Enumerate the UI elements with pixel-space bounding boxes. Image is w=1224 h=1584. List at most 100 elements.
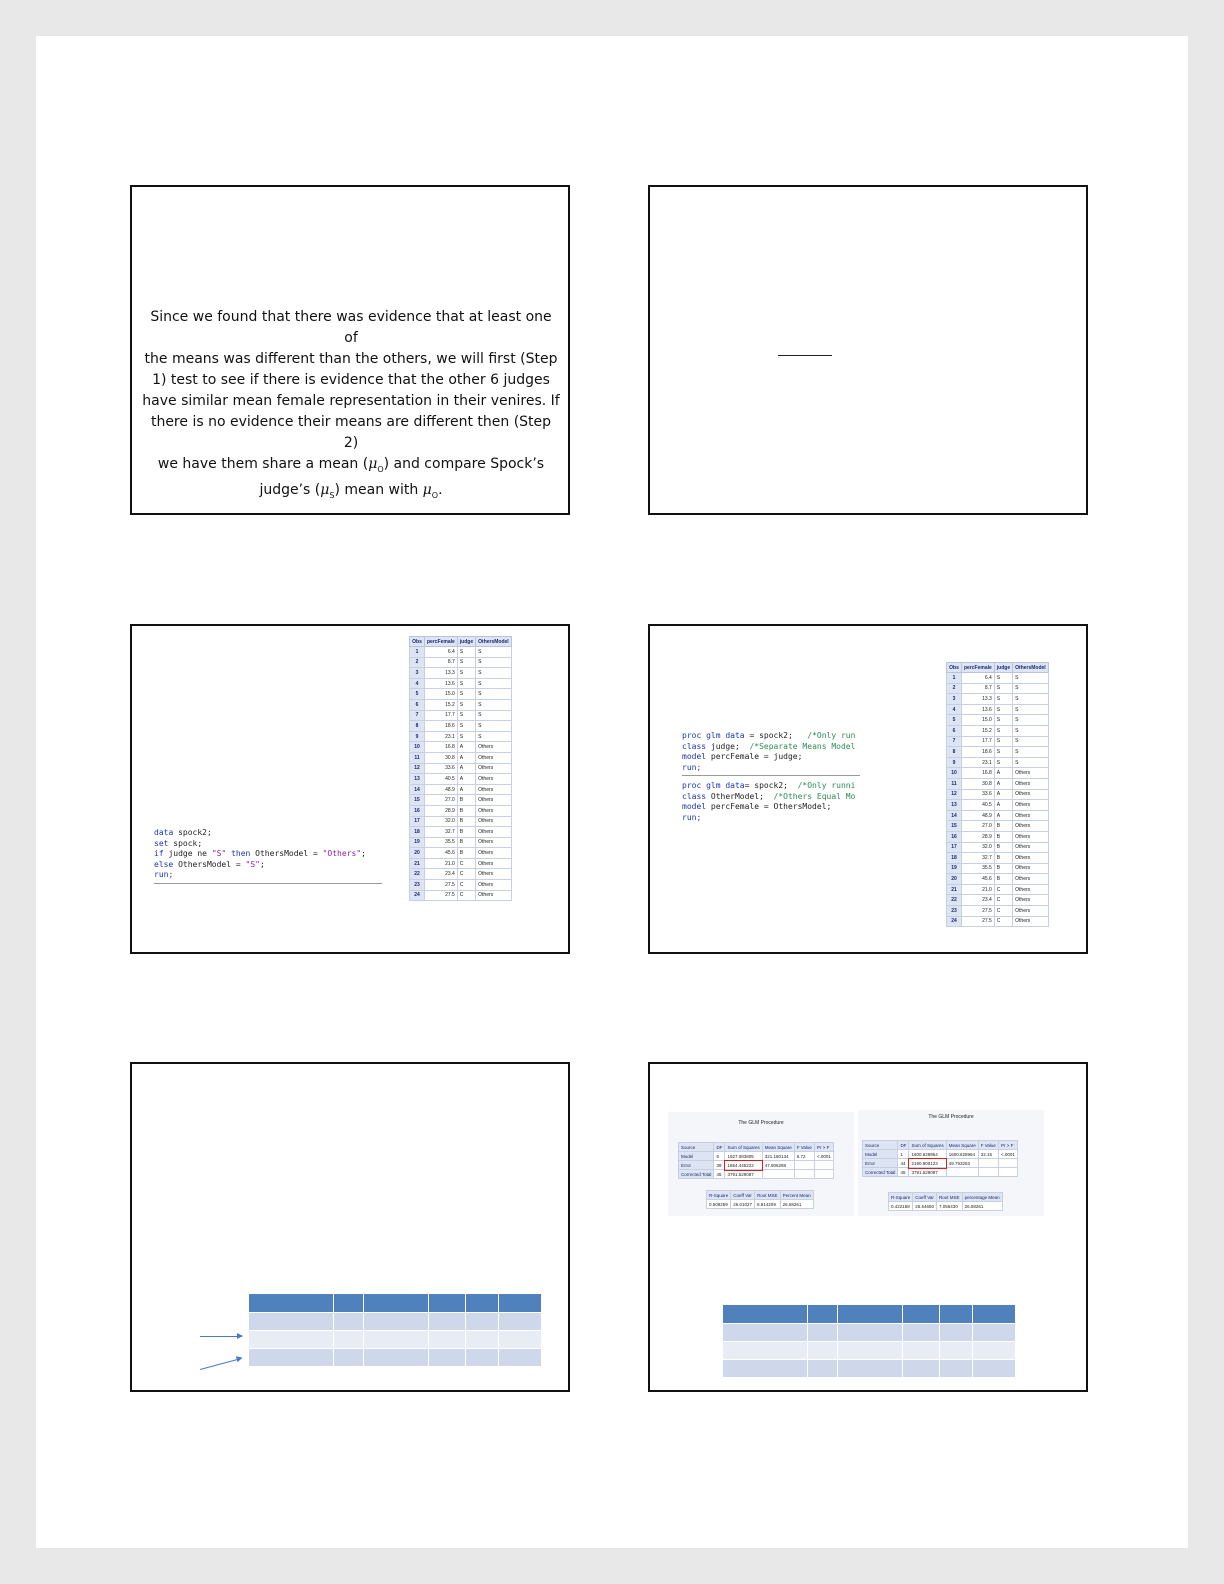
col-othersmodel: OthersModel bbox=[1012, 662, 1049, 673]
othersmodel-cell: Others bbox=[1012, 883, 1049, 896]
table-row: 24 27.5 C Others bbox=[946, 915, 1049, 928]
othersmodel-cell: Others bbox=[475, 751, 512, 764]
obs-cell: 23 bbox=[409, 879, 425, 891]
obs-cell: 13 bbox=[946, 799, 962, 811]
judge-cell: S bbox=[993, 756, 1014, 769]
kw-proc: proc glm bbox=[682, 781, 721, 790]
othersmodel-cell: S bbox=[475, 656, 512, 669]
percfemale-cell: 48.9 bbox=[961, 809, 995, 822]
othersmodel-cell: S bbox=[475, 688, 512, 700]
obs-header-row: Obs percFemale judge OthersModel bbox=[409, 636, 512, 647]
othersmodel-cell: S bbox=[1012, 756, 1049, 769]
percfemale-cell: 40.5 bbox=[424, 773, 458, 785]
col-obs: Obs bbox=[409, 636, 425, 647]
percfemale-cell: 32.0 bbox=[961, 841, 995, 854]
code-line-4: else OthersModel = "S"; bbox=[154, 860, 265, 869]
obs-cell: 4 bbox=[946, 703, 962, 716]
fit-header: R-Square Coeff Var Root MSE percentage Mean bbox=[887, 1192, 1003, 1202]
percfemale-cell: 33.6 bbox=[961, 788, 995, 801]
othersmodel-cell: Others bbox=[475, 762, 512, 775]
h: Mean Square bbox=[945, 1140, 979, 1150]
c bbox=[977, 1167, 999, 1177]
othersmodel-cell: Others bbox=[1012, 905, 1049, 917]
table-row: 22 23.4 C Others bbox=[946, 894, 1049, 907]
table-row: 2 8.7 S S bbox=[409, 656, 512, 669]
intro-line-6a: we have them share a mean ( bbox=[157, 456, 369, 472]
c: 7.056430 bbox=[936, 1201, 963, 1211]
table-row: 15 27.0 B Others bbox=[946, 820, 1049, 832]
obs-cell: 16 bbox=[946, 830, 962, 843]
judge-cell: C bbox=[993, 894, 1014, 907]
obs-cell: 9 bbox=[409, 730, 425, 743]
code-line-1: data spock2; bbox=[154, 828, 212, 837]
judge-cell: B bbox=[456, 804, 477, 817]
judge-cell: S bbox=[456, 656, 477, 669]
judge-cell: S bbox=[993, 682, 1014, 695]
table-row: 16 28.9 B Others bbox=[946, 830, 1049, 843]
percfemale-cell: 32.0 bbox=[424, 815, 458, 828]
percfemale-cell: 23.4 bbox=[961, 894, 995, 907]
percfemale-cell: 15.0 bbox=[424, 688, 458, 700]
kw-if: if bbox=[154, 849, 164, 858]
sas-glm-code-others: proc glm data= spock2; /*Only runni clas… bbox=[682, 781, 860, 823]
c: 39 bbox=[713, 1160, 726, 1170]
fit-table: R-Square Coeff Var Root MSE percentage Mean… bbox=[887, 1192, 1003, 1211]
txt: judge; bbox=[706, 741, 750, 751]
percfemale-cell: 17.7 bbox=[961, 735, 995, 748]
table-row: 22 23.4 C Others bbox=[409, 868, 512, 881]
othersmodel-cell: S bbox=[1012, 703, 1049, 716]
anova-row-error: Error 44 2190.900123 49.793253 bbox=[861, 1157, 1018, 1169]
c: 49.793253 bbox=[945, 1158, 979, 1168]
othersmodel-cell: Others bbox=[1012, 799, 1049, 811]
othersmodel-cell: Others bbox=[1012, 820, 1049, 832]
col-judge: judge bbox=[993, 662, 1014, 673]
h: percentage Mean bbox=[961, 1192, 1003, 1202]
c: Corrected Total bbox=[861, 1167, 899, 1177]
pointer-arrow-1 bbox=[200, 1333, 243, 1339]
mu-o-symbol: μ bbox=[368, 456, 378, 472]
h: F Value bbox=[793, 1142, 815, 1152]
judge-cell: C bbox=[456, 857, 477, 870]
judge-cell: S bbox=[993, 724, 1014, 737]
txt: ; bbox=[361, 849, 366, 858]
table-row: 5 15.0 S S bbox=[946, 714, 1049, 726]
c: Error bbox=[677, 1160, 715, 1170]
percfemale-cell: 27.5 bbox=[424, 889, 458, 902]
obs-cell: 24 bbox=[946, 915, 962, 928]
h: Percent Mean bbox=[779, 1190, 814, 1200]
percfemale-cell: 13.6 bbox=[961, 703, 995, 716]
othersmodel-cell: S bbox=[1012, 672, 1049, 684]
h: Pr > F bbox=[997, 1140, 1018, 1150]
h: DF bbox=[897, 1140, 910, 1150]
c: <.0001 bbox=[813, 1151, 834, 1161]
othersmodel-cell: Others bbox=[1012, 873, 1049, 885]
txt: OtherModel; bbox=[706, 791, 774, 801]
obs-cell: 15 bbox=[409, 794, 425, 806]
c: 44 bbox=[897, 1158, 910, 1168]
highlighted-error-ss: 1864.445222 bbox=[723, 1159, 764, 1171]
othersmodel-cell: S bbox=[475, 709, 512, 722]
txt: percFemale = OthersModel; bbox=[706, 802, 832, 811]
othersmodel-cell: Others bbox=[1012, 788, 1049, 801]
obs-cell: 11 bbox=[409, 751, 425, 764]
percfemale-cell: 27.0 bbox=[961, 820, 995, 832]
judge-cell: A bbox=[993, 799, 1014, 811]
othersmodel-cell: S bbox=[1012, 735, 1049, 748]
anova-row-total: Corrected Total 45 3791.529087 bbox=[861, 1167, 1018, 1177]
judge-cell: A bbox=[456, 773, 477, 785]
anova-table: Source DF Sum of Squares Mean Square F Value… bbox=[861, 1140, 1018, 1177]
obs-cell: 20 bbox=[946, 873, 962, 885]
table-row: 16 28.9 B Others bbox=[409, 804, 512, 817]
str: "S" bbox=[211, 849, 227, 858]
percfemale-cell: 30.8 bbox=[961, 777, 995, 790]
othersmodel-cell: S bbox=[475, 698, 512, 711]
c: 47.806288 bbox=[761, 1160, 795, 1170]
obs-cell: 6 bbox=[409, 698, 425, 711]
judge-cell: S bbox=[456, 677, 477, 690]
judge-cell: B bbox=[456, 826, 477, 838]
othersmodel-cell: S bbox=[475, 720, 512, 732]
judge-cell: A bbox=[456, 751, 477, 764]
obs-cell: 11 bbox=[946, 777, 962, 790]
percfemale-cell: 21.0 bbox=[424, 857, 458, 870]
anova-header: Source DF Sum of Squares Mean Square F Value… bbox=[677, 1142, 834, 1152]
